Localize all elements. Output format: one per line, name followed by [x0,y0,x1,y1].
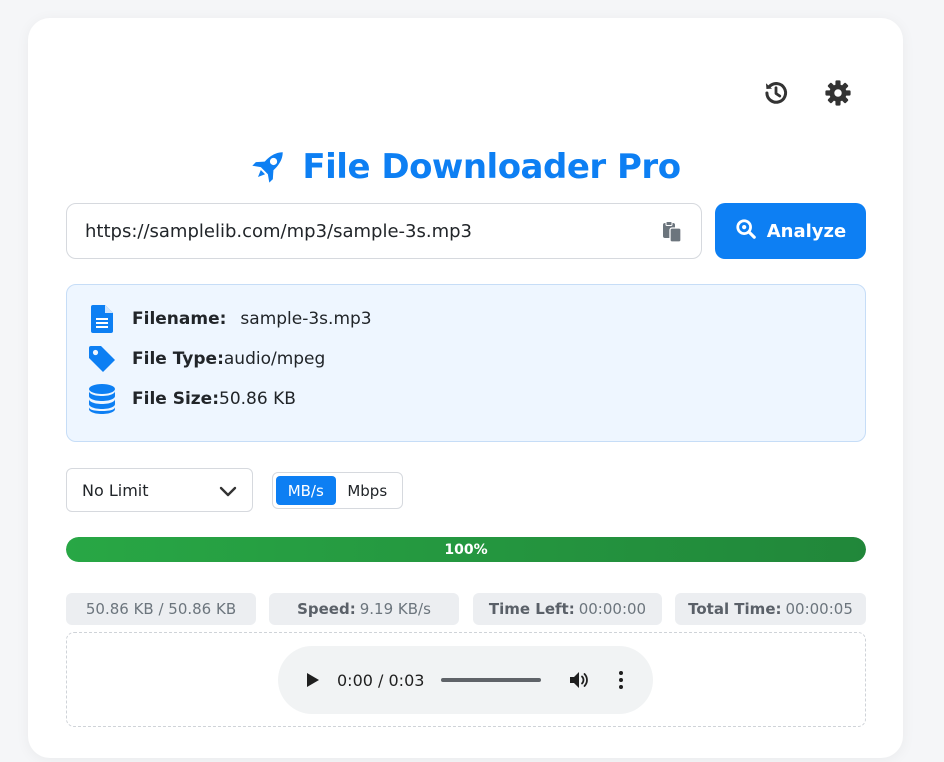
audio-time: 0:00 / 0:03 [337,670,425,690]
play-icon[interactable] [302,670,322,690]
progress-label: 100% [444,541,488,558]
downloaded-value: 50.86 KB / 50.86 KB [85,600,237,618]
total-time-stat: Total Time: 00:00:05 [675,593,866,625]
progress-bar: 100% [66,537,866,562]
filesize-row: File Size: 50.86 KB [87,382,296,416]
filesize-label: File Size: [132,389,220,409]
unit-toggle: MB/s Mbps [272,472,403,509]
volume-icon[interactable] [568,669,590,691]
total-time-label: Total Time: [688,600,782,618]
page-title: File Downloader Pro [302,147,681,187]
filetype-value: audio/mpeg [223,349,326,369]
speed-value: 9.19 KB/s [359,600,431,618]
tag-icon [87,344,117,374]
database-icon [87,384,117,414]
unit-mbps-button[interactable]: Mbps [336,476,399,505]
time-left-value: 00:00:00 [578,600,647,618]
analyze-label: Analyze [766,220,847,242]
audio-seek-bar[interactable] [441,678,541,682]
file-icon [87,304,117,334]
chevron-down-icon [218,481,238,501]
speed-label: Speed: [297,600,356,618]
more-options-icon[interactable] [611,669,631,691]
filetype-row: File Type: audio/mpeg [87,342,325,376]
filetype-label: File Type: [132,349,224,369]
speed-limit-value: No Limit [82,480,149,500]
speed-limit-select[interactable]: No Limit [66,468,253,512]
time-left-stat: Time Left: 00:00:00 [473,593,662,625]
main-card: File Downloader Pro Analyze [28,18,903,758]
rocket-icon [250,145,290,190]
app-header: File Downloader Pro [28,142,903,192]
url-input[interactable] [85,220,645,242]
search-icon [735,218,757,245]
clipboard-paste-icon[interactable] [659,219,685,245]
total-time-value: 00:00:05 [785,600,853,618]
url-field[interactable] [66,203,702,259]
gear-icon[interactable] [823,78,853,108]
filename-label: Filename: [132,309,227,329]
analyze-button[interactable]: Analyze [715,203,866,259]
speed-stat: Speed: 9.19 KB/s [269,593,459,625]
filename-row: Filename: sample-3s.mp3 [87,302,372,336]
audio-player: 0:00 / 0:03 [278,646,653,714]
downloaded-stat: 50.86 KB / 50.86 KB [66,593,256,625]
history-icon[interactable] [761,78,791,108]
time-left-label: Time Left: [488,600,575,618]
filesize-value: 50.86 KB [219,389,296,409]
filename-value: sample-3s.mp3 [240,309,372,329]
unit-mbs-button[interactable]: MB/s [276,476,336,505]
file-info-panel: Filename: sample-3s.mp3 File Type: audio… [66,284,866,442]
